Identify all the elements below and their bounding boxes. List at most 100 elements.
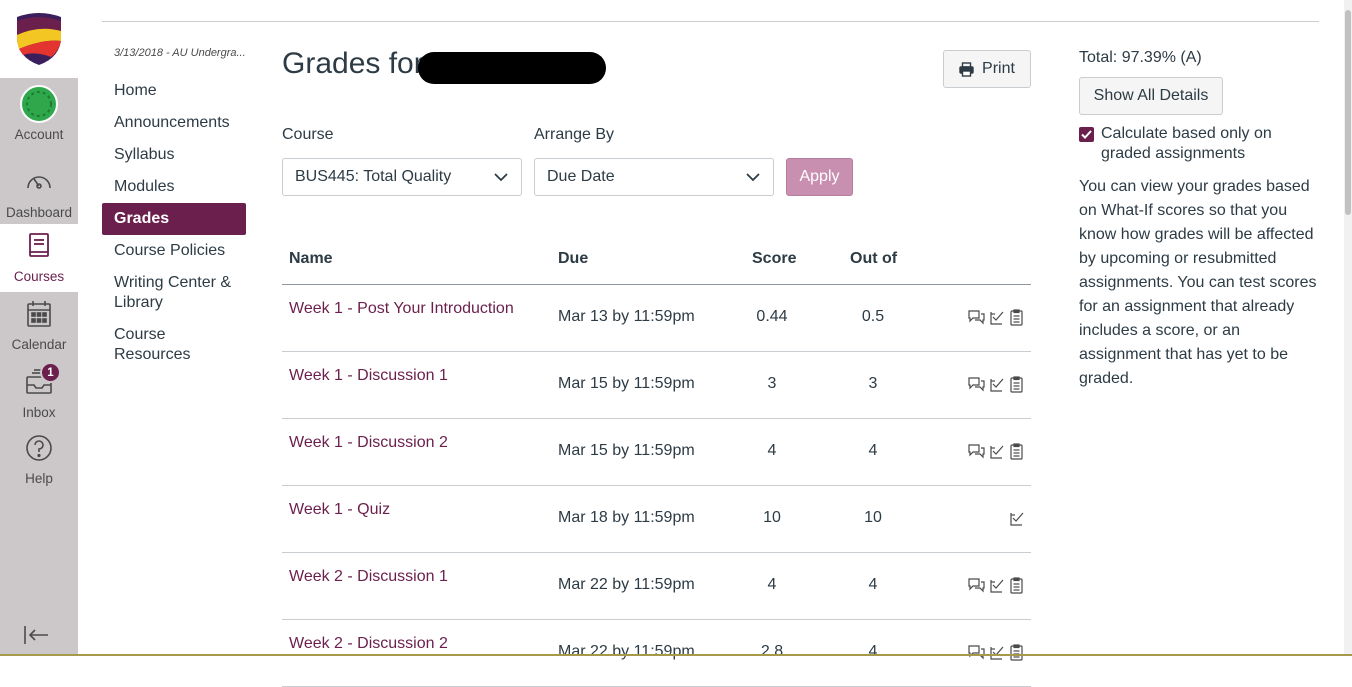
assignment-link[interactable]: Week 1 - Post Your Introduction: [289, 300, 514, 318]
school-logo[interactable]: [0, 0, 78, 78]
chevron-down-icon: [746, 173, 760, 182]
nav-dashboard[interactable]: Dashboard: [0, 160, 78, 228]
due-date: Mar 15 by 11:59pm: [558, 375, 695, 392]
header-score[interactable]: Score: [752, 250, 796, 268]
details-icon[interactable]: [1008, 376, 1025, 398]
shield-logo-icon: [17, 13, 61, 65]
course-breadcrumb[interactable]: 3/13/2018 - AU Undergra...: [114, 47, 246, 59]
table-row: Week 2 - Discussion 1 Mar 22 by 11:59pm 4 4: [282, 553, 1031, 620]
score-value[interactable]: 10: [742, 509, 802, 527]
score-value[interactable]: 3: [742, 375, 802, 393]
out-of-value: 4: [868, 576, 878, 593]
arrange-by-value: Due Date: [547, 168, 615, 185]
course-nav-syllabus[interactable]: Syllabus: [102, 139, 246, 171]
comments-icon[interactable]: [968, 443, 985, 465]
table-body: Week 1 - Post Your Introduction Mar 13 by…: [282, 285, 1031, 687]
course-select-value: BUS445: Total Quality: [295, 168, 452, 185]
details-icon[interactable]: [1008, 443, 1025, 465]
course-nav-home[interactable]: Home: [102, 75, 246, 107]
course-navigation: Home Announcements Syllabus Modules Grad…: [102, 75, 246, 371]
row-actions: [968, 309, 1025, 331]
help-icon: [17, 426, 61, 470]
course-nav-announcements[interactable]: Announcements: [102, 107, 246, 139]
due-date: Mar 13 by 11:59pm: [558, 308, 695, 325]
rubric-icon[interactable]: [988, 309, 1005, 331]
comments-icon[interactable]: [968, 577, 985, 599]
rubric-icon[interactable]: [988, 376, 1005, 398]
details-icon[interactable]: [1008, 309, 1025, 331]
nav-calendar[interactable]: Calendar: [0, 292, 78, 360]
apply-button[interactable]: Apply: [786, 158, 853, 196]
total-grade: Total: 97.39% (A): [1079, 49, 1202, 66]
table-header: Name Due Score Out of: [282, 240, 1031, 285]
due-date: Mar 15 by 11:59pm: [558, 442, 695, 459]
courses-icon: [17, 224, 61, 268]
assignment-link[interactable]: Week 1 - Quiz: [289, 501, 390, 519]
nav-help[interactable]: Help: [0, 426, 78, 494]
nav-inbox[interactable]: 1 Inbox: [0, 360, 78, 428]
calculate-graded-only-checkbox[interactable]: [1079, 127, 1094, 142]
redacted-student-name: [418, 52, 606, 84]
rubric-icon[interactable]: [988, 443, 1005, 465]
comments-icon[interactable]: [968, 309, 985, 331]
out-of-value: 10: [864, 509, 882, 526]
assignment-link[interactable]: Week 2 - Discussion 1: [289, 568, 448, 586]
row-actions: [968, 577, 1025, 599]
course-nav-writing-center[interactable]: Writing Center & Library: [102, 267, 246, 319]
score-value[interactable]: 4: [742, 442, 802, 460]
table-row: Week 1 - Quiz Mar 18 by 11:59pm 10 10: [282, 486, 1031, 553]
score-value[interactable]: 0.44: [742, 308, 802, 326]
arrange-by-select[interactable]: Due Date: [534, 158, 774, 196]
dashboard-icon: [17, 160, 61, 204]
course-select-label: Course: [282, 126, 334, 143]
course-nav-course-policies[interactable]: Course Policies: [102, 235, 246, 267]
global-navigation: Account Dashboard Courses Calendar 1 Inb…: [0, 0, 78, 656]
score-value[interactable]: 2.8: [742, 643, 802, 661]
top-divider: [102, 21, 1319, 22]
table-row: Week 1 - Discussion 1 Mar 15 by 11:59pm 3 3: [282, 352, 1031, 419]
row-actions: [968, 376, 1025, 398]
course-nav-course-resources[interactable]: Course Resources: [102, 319, 246, 371]
nav-account-label: Account: [14, 127, 64, 142]
row-actions: [968, 443, 1025, 465]
header-name[interactable]: Name: [289, 250, 333, 268]
header-out-of[interactable]: Out of: [850, 250, 897, 268]
calendar-icon: [17, 292, 61, 336]
chevron-down-icon: [494, 173, 508, 182]
inbox-unread-badge: 1: [40, 362, 61, 383]
due-date: Mar 22 by 11:59pm: [558, 643, 695, 660]
account-avatar-icon: [17, 82, 61, 126]
nav-inbox-label: Inbox: [22, 405, 56, 420]
rubric-icon[interactable]: [1008, 510, 1025, 532]
show-all-details-button[interactable]: Show All Details: [1079, 77, 1223, 115]
due-date: Mar 22 by 11:59pm: [558, 576, 695, 593]
assignment-link[interactable]: Week 1 - Discussion 2: [289, 434, 448, 452]
course-select[interactable]: BUS445: Total Quality: [282, 158, 522, 196]
nav-courses-label: Courses: [13, 269, 65, 284]
details-icon[interactable]: [1008, 577, 1025, 599]
nav-courses[interactable]: Courses: [0, 224, 78, 292]
what-if-description: You can view your grades based on What-I…: [1079, 178, 1317, 387]
score-value[interactable]: 4: [742, 576, 802, 594]
row-actions: [1008, 510, 1025, 532]
out-of-value: 0.5: [861, 308, 885, 325]
header-due[interactable]: Due: [558, 250, 588, 268]
course-nav-modules[interactable]: Modules: [102, 171, 246, 203]
nav-calendar-label: Calendar: [11, 337, 67, 352]
print-button[interactable]: Print: [943, 50, 1031, 88]
arrange-by-label: Arrange By: [534, 126, 615, 143]
table-row: Week 1 - Post Your Introduction Mar 13 by…: [282, 285, 1031, 352]
page-scrollbar-thumb[interactable]: [1345, 10, 1351, 215]
comments-icon[interactable]: [968, 376, 985, 398]
course-nav-grades[interactable]: Grades: [102, 203, 246, 235]
nav-dashboard-label: Dashboard: [5, 205, 73, 220]
collapse-nav-icon[interactable]: [22, 622, 50, 648]
grades-table: Name Due Score Out of Week 1 - Post Your…: [282, 240, 1031, 687]
nav-account[interactable]: Account: [0, 82, 78, 150]
checkmark-icon: [1081, 130, 1092, 139]
printer-icon: [959, 61, 974, 77]
nav-help-label: Help: [25, 471, 53, 486]
rubric-icon[interactable]: [988, 577, 1005, 599]
assignment-link[interactable]: Week 2 - Discussion 2: [289, 635, 448, 653]
assignment-link[interactable]: Week 1 - Discussion 1: [289, 367, 448, 385]
